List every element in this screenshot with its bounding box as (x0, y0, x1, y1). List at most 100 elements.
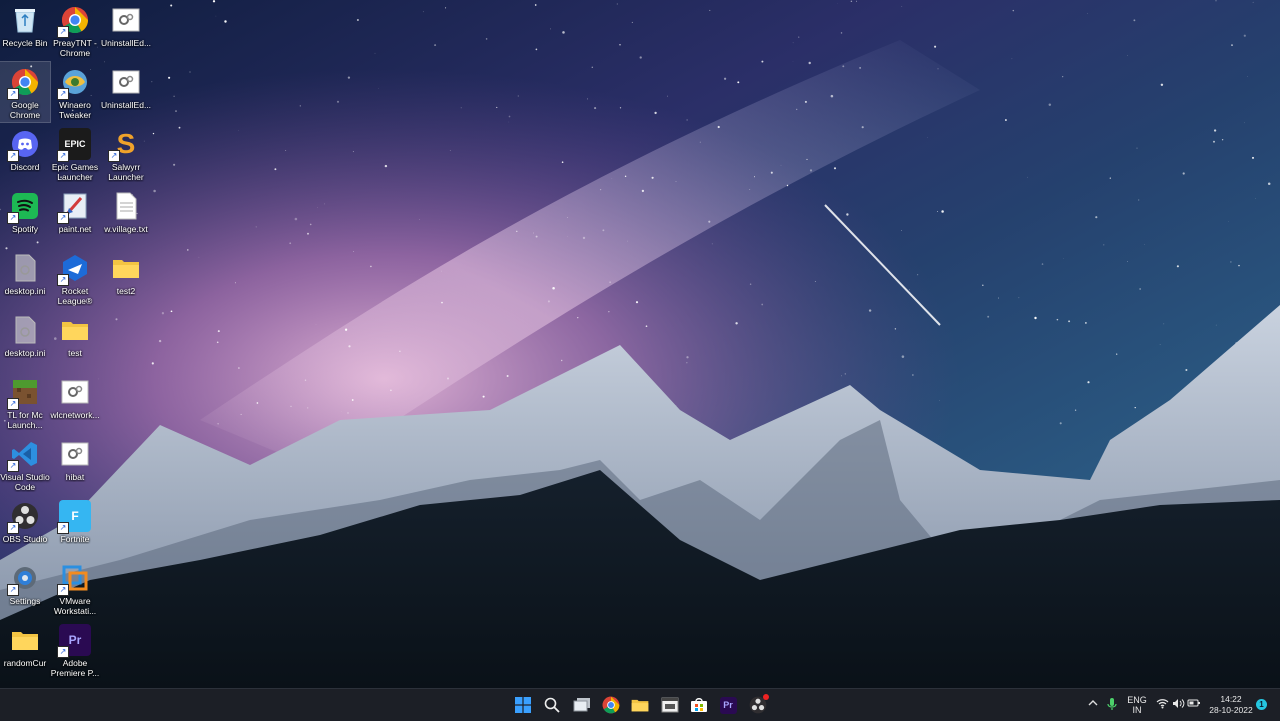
desktop-icon[interactable]: UninstallEd... (101, 0, 151, 60)
taskbar: Pr ENG IN 14:22 28-10-2022 1 (0, 688, 1280, 721)
icon-glyph-text: EPIC (64, 139, 85, 149)
notification-badge[interactable]: 1 (1256, 699, 1267, 710)
desktop-icon[interactable]: desktop.ini (0, 310, 50, 370)
desktop-icon[interactable]: Pr↗Adobe Premiere P... (50, 620, 100, 680)
desktop-icon[interactable]: S↗Salwyrr Launcher (101, 124, 151, 184)
salwyrr-icon: S↗ (110, 128, 142, 160)
desktop-icon[interactable]: ↗Settings (0, 558, 50, 618)
language-code: ENG (1124, 695, 1150, 705)
winaero-icon: ↗ (59, 66, 91, 98)
shortcut-arrow-icon: ↗ (108, 150, 120, 162)
paintnet-icon: ↗ (59, 190, 91, 222)
folder-icon (110, 252, 142, 284)
desktop-icon-label: UninstallEd... (97, 100, 155, 110)
windows-logo-icon (515, 697, 531, 713)
desktop-icon-label: UninstallEd... (97, 38, 155, 48)
folder-icon (59, 314, 91, 346)
shortcut-arrow-icon: ↗ (7, 88, 19, 100)
volume-icon[interactable] (1171, 698, 1185, 711)
recycle-bin-icon (9, 4, 41, 36)
language-indicator[interactable]: ENG IN (1124, 695, 1150, 715)
shortcut-arrow-icon: ↗ (57, 274, 69, 286)
desktop-icon[interactable]: ↗TL for Mc Launch... (0, 372, 50, 432)
fortnite-icon: F↗ (59, 500, 91, 532)
shortcut-arrow-icon: ↗ (57, 26, 69, 38)
desktop-icon[interactable]: ↗VMware Workstati... (50, 558, 100, 618)
icon-glyph-text: F (71, 509, 78, 523)
store-icon (690, 697, 708, 713)
desktop-icon-label: hibat (46, 472, 104, 482)
gear-icon: ↗ (9, 562, 41, 594)
window-app-icon (661, 697, 679, 713)
desktop-icon[interactable]: EPIC↗Epic Games Launcher (50, 124, 100, 184)
shortcut-arrow-icon: ↗ (57, 522, 69, 534)
shortcut-arrow-icon: ↗ (7, 584, 19, 596)
desktop-icon[interactable]: ↗paint.net (50, 186, 100, 246)
desktop-icon[interactable]: desktop.ini (0, 248, 50, 308)
shortcut-arrow-icon: ↗ (7, 460, 19, 472)
language-region: IN (1124, 705, 1150, 715)
shortcut-arrow-icon: ↗ (7, 398, 19, 410)
taskbar-app-window[interactable] (658, 693, 682, 717)
desktop-icon[interactable]: ↗Spotify (0, 186, 50, 246)
desktop-icon-label: Epic Games Launcher (46, 162, 104, 182)
ini-file-icon (9, 252, 41, 284)
premiere-icon: Pr↗ (59, 624, 91, 656)
shortcut-arrow-icon: ↗ (7, 212, 19, 224)
taskbar-obs[interactable] (746, 693, 770, 717)
desktop-icon[interactable]: w.village.txt (101, 186, 151, 246)
desktop-icon[interactable]: ↗Google Chrome (0, 62, 50, 122)
desktop-icon[interactable]: ↗Visual Studio Code (0, 434, 50, 494)
text-file-icon (110, 190, 142, 222)
wifi-icon[interactable] (1155, 698, 1169, 711)
clock-time: 14:22 (1206, 694, 1256, 705)
desktop-wallpaper (0, 0, 1280, 688)
settings-file-icon (110, 66, 142, 98)
desktop-icon[interactable]: ↗Winaero Tweaker (50, 62, 100, 122)
desktop-icon-label: VMware Workstati... (46, 596, 104, 616)
desktop-icon-label: test2 (97, 286, 155, 296)
desktop-icon[interactable]: test2 (101, 248, 151, 308)
desktop-icon[interactable]: ↗PreayTNT - Chrome (50, 0, 100, 60)
desktop-icon[interactable]: ↗Rocket League® (50, 248, 100, 308)
premiere-icon: Pr (720, 697, 737, 714)
task-view-button[interactable] (570, 693, 594, 717)
desktop-icon[interactable]: hibat (50, 434, 100, 494)
desktop-icon[interactable]: F↗Fortnite (50, 496, 100, 556)
desktop-icon[interactable]: ↗OBS Studio (0, 496, 50, 556)
taskbar-store[interactable] (687, 693, 711, 717)
desktop-icon-label: Rocket League® (46, 286, 104, 306)
microphone-icon[interactable] (1106, 697, 1118, 713)
taskbar-premiere[interactable]: Pr (716, 693, 740, 717)
chrome-icon: ↗ (9, 66, 41, 98)
desktop-icon[interactable]: randomCur (0, 620, 50, 680)
show-hidden-icons-chevron[interactable] (1087, 699, 1099, 709)
battery-icon[interactable] (1187, 698, 1201, 710)
settings-file-icon (59, 438, 91, 470)
task-view-icon (573, 697, 591, 713)
recording-indicator-icon (763, 694, 769, 700)
obs-icon: ↗ (9, 500, 41, 532)
desktop-icon[interactable]: test (50, 310, 100, 370)
settings-file-icon (59, 376, 91, 408)
chrome-icon: ↗ (59, 4, 91, 36)
search-icon (544, 697, 560, 713)
shortcut-arrow-icon: ↗ (7, 522, 19, 534)
desktop-icon[interactable]: ↗Discord (0, 124, 50, 184)
spotify-icon: ↗ (9, 190, 41, 222)
ini-file-icon (9, 314, 41, 346)
desktop-icon[interactable]: Recycle Bin (0, 0, 50, 60)
start-button[interactable] (511, 693, 535, 717)
desktop-icon-label: Fortnite (46, 534, 104, 544)
desktop-icon-label: Adobe Premiere P... (46, 658, 104, 678)
search-button[interactable] (540, 693, 564, 717)
desktop-icon[interactable]: wlcnetwork... (50, 372, 100, 432)
settings-file-icon (110, 4, 142, 36)
desktop-icon-label: Salwyrr Launcher (97, 162, 155, 182)
desktop-icon[interactable]: UninstallEd... (101, 62, 151, 122)
clock[interactable]: 14:22 28-10-2022 (1206, 694, 1256, 716)
taskbar-chrome[interactable] (599, 693, 623, 717)
taskbar-file-explorer[interactable] (628, 693, 652, 717)
vscode-icon: ↗ (9, 438, 41, 470)
shortcut-arrow-icon: ↗ (57, 584, 69, 596)
